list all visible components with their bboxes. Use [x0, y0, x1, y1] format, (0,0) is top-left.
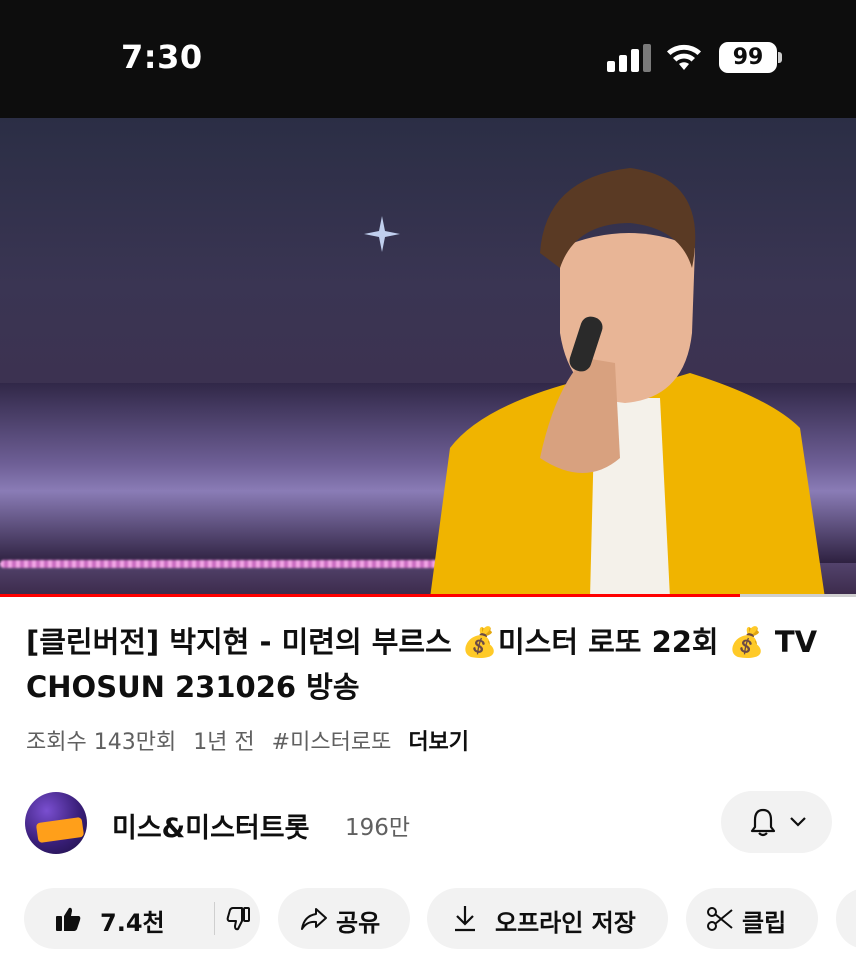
avatar-logo-band	[35, 816, 85, 844]
battery-tip	[778, 52, 782, 63]
singer-figure	[430, 168, 825, 596]
video-progress-fill	[0, 594, 741, 597]
thumb-down-icon[interactable]	[225, 906, 251, 932]
video-title: [클린버전] 박지현 - 미련의 부르스 💰미스터 로또 22회 💰 TV CH…	[26, 625, 818, 704]
channel-name[interactable]: 미스&미스터트롯	[112, 806, 309, 845]
subscriber-count: 196만	[345, 815, 411, 841]
share-arrow-icon	[301, 908, 327, 930]
chevron-down-icon	[790, 817, 806, 827]
like-divider	[214, 902, 215, 935]
sparkle-decoration	[364, 216, 400, 252]
clip-label: 클립	[742, 909, 787, 937]
bell-icon	[750, 808, 776, 837]
more-actions-button[interactable]	[836, 888, 856, 949]
scissors-icon	[707, 907, 733, 931]
wifi-icon	[667, 44, 701, 70]
hashtag-link[interactable]: #미스터로또	[272, 730, 392, 755]
video-meta[interactable]: 조회수 143만회 1년 전 #미스터로또 더보기	[26, 724, 479, 756]
thumb-up-icon[interactable]	[54, 905, 82, 933]
status-time: 7:30	[121, 38, 203, 76]
share-button[interactable]: 공유	[278, 888, 410, 949]
offline-save-button[interactable]: 오프라인 저장	[427, 888, 668, 949]
channel-avatar[interactable]	[25, 792, 87, 854]
notification-bell-button[interactable]	[721, 791, 832, 853]
status-bar: 7:30 99	[0, 0, 856, 118]
like-dislike-group: 7.4천	[24, 888, 260, 949]
share-label: 공유	[336, 909, 381, 937]
cellular-signal-icon	[607, 44, 651, 72]
video-player[interactable]	[0, 118, 856, 596]
more-button[interactable]: 더보기	[408, 730, 469, 755]
view-count: 조회수 143만회	[26, 730, 177, 755]
offline-save-label: 오프라인 저장	[495, 909, 636, 937]
stage-lights	[0, 560, 440, 568]
upload-age: 1년 전	[193, 730, 255, 755]
like-count[interactable]: 7.4천	[100, 903, 165, 938]
clip-button[interactable]: 클립	[686, 888, 818, 949]
battery-level: 99	[719, 42, 777, 73]
download-icon	[455, 906, 475, 932]
